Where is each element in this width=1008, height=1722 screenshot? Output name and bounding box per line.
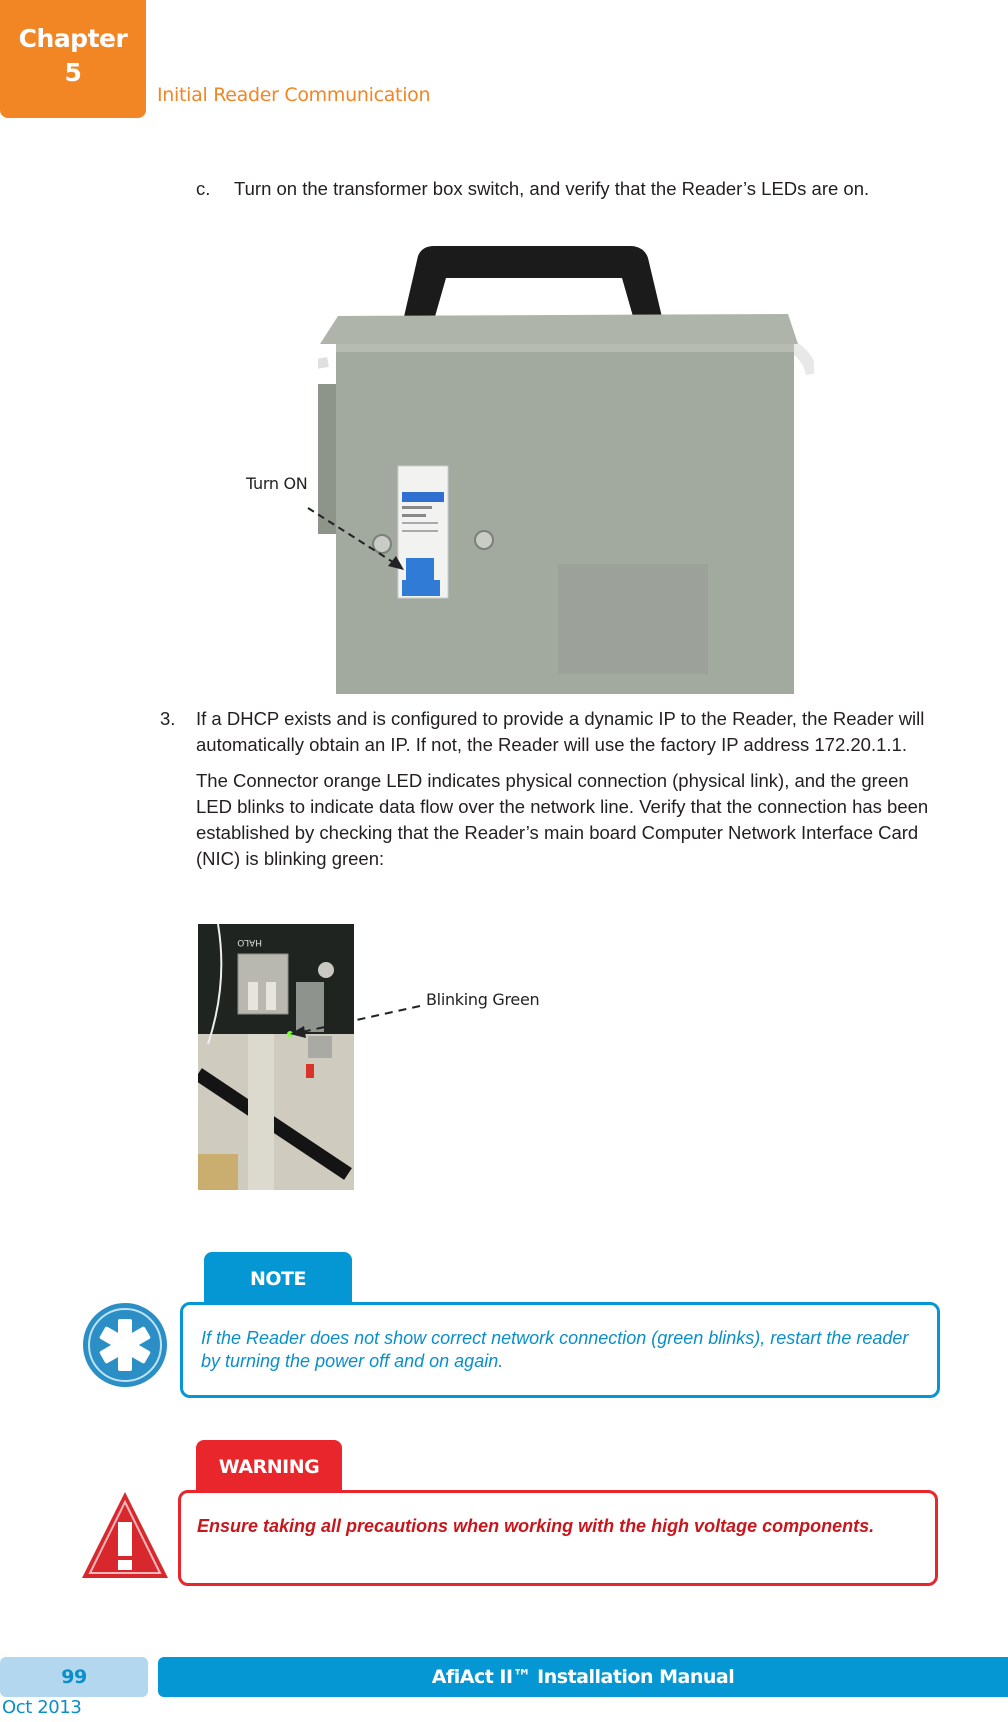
page-number: 99 xyxy=(0,1657,148,1697)
publication-date: Oct 2013 xyxy=(2,1697,82,1718)
turn-on-callout: Turn ON xyxy=(246,474,308,493)
note-text: If the Reader does not show correct netw… xyxy=(201,1328,909,1371)
step-text: If a DHCP exists and is configured to pr… xyxy=(196,708,925,755)
chapter-label: Chapter xyxy=(18,24,128,53)
note-box: If the Reader does not show correct netw… xyxy=(180,1302,940,1398)
step-marker: 3. xyxy=(160,708,176,729)
step-3: 3. If a DHCP exists and is configured to… xyxy=(160,706,930,872)
chapter-title: Initial Reader Communication xyxy=(157,84,431,106)
note-label: NOTE xyxy=(204,1252,352,1304)
manual-title: AfiAct II™ Installation Manual xyxy=(158,1657,1008,1697)
chapter-tab: Chapter 5 xyxy=(0,0,146,118)
step-text: Turn on the transformer box switch, and … xyxy=(234,178,870,199)
warning-box: Ensure taking all precautions when worki… xyxy=(178,1490,938,1586)
nic-board-photo: HALO xyxy=(198,924,354,1190)
warning-triangle-icon xyxy=(82,1492,168,1578)
step-c: c. Turn on the transformer box switch, a… xyxy=(196,176,936,202)
step-marker: c. xyxy=(196,178,211,199)
step-paragraph: The Connector orange LED indicates physi… xyxy=(196,770,929,869)
asterisk-icon xyxy=(83,1303,167,1387)
warning-label: WARNING xyxy=(196,1440,342,1492)
board-label: HALO xyxy=(237,937,262,947)
callout-arrow xyxy=(290,1005,421,1038)
warning-text: Ensure taking all precautions when worki… xyxy=(197,1516,875,1536)
transformer-box-photo xyxy=(318,244,814,694)
blinking-green-callout: Blinking Green xyxy=(426,990,540,1009)
callout-arrow xyxy=(307,507,404,570)
chapter-number: 5 xyxy=(64,58,82,87)
